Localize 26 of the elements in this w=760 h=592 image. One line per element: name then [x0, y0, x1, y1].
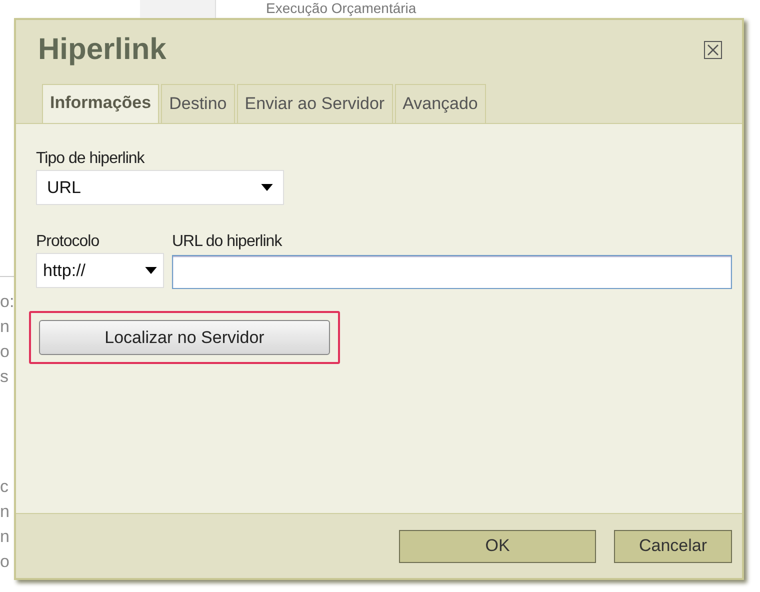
- caret-icon: [261, 184, 273, 191]
- page-text-fragment: o: [0, 341, 10, 363]
- page-text-fragment: n: [0, 501, 10, 523]
- dialog-button[interactable]: Cancelar: [614, 530, 732, 562]
- tab[interactable]: Enviar ao Servidor: [236, 84, 393, 123]
- browse-server-button[interactable]: Localizar no Servidor: [39, 320, 330, 355]
- tab[interactable]: Avançado: [394, 84, 486, 123]
- tab[interactable]: Destino: [161, 84, 235, 123]
- link-type-dropdown[interactable]: URL: [36, 170, 284, 205]
- protocol-dropdown[interactable]: http://: [36, 253, 164, 288]
- dialog-button[interactable]: OK: [399, 530, 596, 562]
- page-text-fragment: o:: [0, 291, 14, 313]
- url-input-field[interactable]: [172, 255, 732, 289]
- page-text-fragment: o: [0, 551, 10, 573]
- page-heading: Execução Orçamentária: [266, 0, 416, 18]
- dialog-title: Hiperlink: [38, 33, 166, 67]
- field-label: URL do hiperlink: [172, 233, 284, 251]
- field-label: Protocolo: [36, 233, 100, 251]
- tab[interactable]: Informações: [42, 84, 160, 123]
- field-label: Tipo de hiperlink: [36, 150, 146, 168]
- page-text-fragment: n: [0, 526, 10, 548]
- page-text-fragment: c: [0, 476, 10, 498]
- caret-icon: [145, 267, 157, 274]
- close-icon[interactable]: [704, 41, 722, 59]
- page-text-fragment: s: [0, 366, 10, 388]
- page-text-fragment: n: [0, 316, 10, 338]
